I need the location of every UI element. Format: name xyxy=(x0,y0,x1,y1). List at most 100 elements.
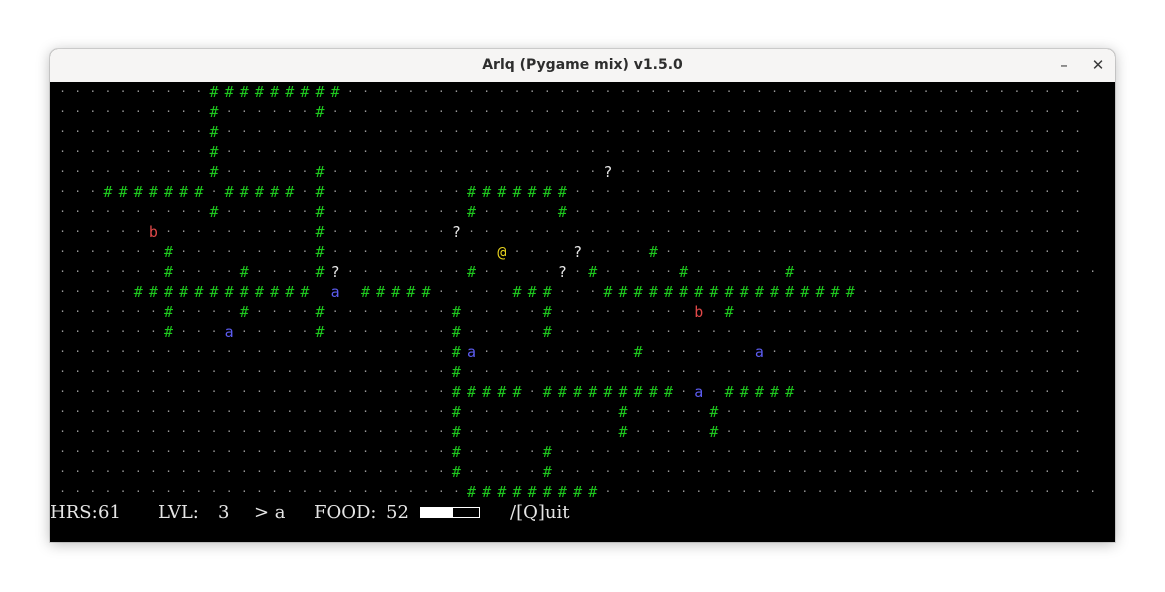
floor-tile: · xyxy=(619,365,627,378)
floor-tile: · xyxy=(256,125,263,138)
wall-tile: # xyxy=(648,243,658,261)
floor-tile: · xyxy=(665,105,672,118)
floor-tile: · xyxy=(331,325,339,338)
floor-tile: · xyxy=(210,405,218,418)
floor-tile: · xyxy=(225,345,233,358)
floor-tile: · xyxy=(119,305,127,318)
floor-tile: · xyxy=(559,445,566,458)
floor-tile: · xyxy=(1043,165,1051,178)
wall-tile: # xyxy=(845,283,855,301)
game-map[interactable]: HRS: 61 LVL: 3 > a FOOD: 52 /[Q]uit · · · ·… xyxy=(50,82,1115,542)
floor-tile: · xyxy=(756,125,763,138)
floor-tile: · xyxy=(740,305,748,318)
floor-tile: · xyxy=(695,365,703,378)
floor-tile: · xyxy=(407,345,415,358)
enemy-b-glyph: b xyxy=(694,303,704,321)
quit-hint[interactable]: /[Q]uit xyxy=(510,502,569,524)
floor-tile: · xyxy=(528,145,536,158)
title-bar[interactable]: Arlq (Pygame mix) v1.5.0 – ✕ xyxy=(50,49,1115,83)
floor-tile: · xyxy=(271,465,278,478)
wall-tile: # xyxy=(164,263,174,281)
floor-tile: · xyxy=(422,385,430,398)
floor-tile: · xyxy=(483,85,490,98)
floor-tile: · xyxy=(104,265,112,278)
floor-tile: · xyxy=(165,165,172,178)
floor-tile: · xyxy=(1028,485,1036,498)
close-icon[interactable]: ✕ xyxy=(1090,57,1106,73)
floor-tile: · xyxy=(756,185,763,198)
floor-tile: · xyxy=(104,405,112,418)
floor-tile: · xyxy=(1043,285,1051,298)
floor-tile: · xyxy=(1013,185,1021,198)
floor-tile: · xyxy=(483,345,490,358)
floor-tile: · xyxy=(559,105,566,118)
floor-tile: · xyxy=(422,365,430,378)
floor-tile: · xyxy=(437,425,445,438)
floor-tile: · xyxy=(104,485,112,498)
floor-tile: · xyxy=(574,105,581,118)
floor-tile: · xyxy=(756,225,763,238)
floor-tile: · xyxy=(1059,465,1066,478)
floor-tile: · xyxy=(362,185,369,198)
floor-tile: · xyxy=(831,305,839,318)
floor-tile: · xyxy=(1074,165,1081,178)
floor-tile: · xyxy=(634,185,642,198)
floor-tile: · xyxy=(74,445,81,458)
floor-tile: · xyxy=(59,165,66,178)
floor-tile: · xyxy=(1043,485,1051,498)
floor-tile: · xyxy=(968,245,975,258)
floor-tile: · xyxy=(104,205,112,218)
floor-tile: · xyxy=(437,225,445,238)
floor-tile: · xyxy=(665,325,672,338)
enemy-a-glyph: a xyxy=(224,323,234,341)
floor-tile: · xyxy=(892,205,900,218)
floor-tile: · xyxy=(392,225,400,238)
floor-tile: · xyxy=(604,125,612,138)
floor-tile: · xyxy=(998,405,1006,418)
floor-tile: · xyxy=(1028,325,1036,338)
wall-tile: # xyxy=(179,283,189,301)
floor-tile: · xyxy=(392,85,400,98)
floor-tile: · xyxy=(437,465,445,478)
floor-tile: · xyxy=(695,445,703,458)
floor-tile: · xyxy=(831,345,839,358)
floor-tile: · xyxy=(816,405,824,418)
floor-tile: · xyxy=(362,325,369,338)
floor-tile: · xyxy=(740,245,748,258)
floor-tile: · xyxy=(710,305,718,318)
wall-tile: # xyxy=(542,303,552,321)
floor-tile: · xyxy=(650,145,657,158)
floor-tile: · xyxy=(180,265,187,278)
minimize-icon[interactable]: – xyxy=(1056,57,1072,73)
wall-tile: # xyxy=(391,283,401,301)
wall-tile: # xyxy=(133,283,143,301)
floor-tile: · xyxy=(650,445,657,458)
floor-tile: · xyxy=(1013,265,1021,278)
floor-tile: · xyxy=(286,165,294,178)
floor-tile: · xyxy=(134,425,142,438)
floor-tile: · xyxy=(104,85,112,98)
wall-tile: # xyxy=(542,383,552,401)
floor-tile: · xyxy=(937,405,945,418)
floor-tile: · xyxy=(710,185,718,198)
floor-tile: · xyxy=(634,165,642,178)
floor-tile: · xyxy=(862,85,869,98)
floor-tile: · xyxy=(453,125,460,138)
floor-tile: · xyxy=(119,445,127,458)
floor-tile: · xyxy=(134,265,142,278)
floor-tile: · xyxy=(498,205,506,218)
floor-tile: · xyxy=(1043,245,1051,258)
floor-tile: · xyxy=(801,425,809,438)
floor-tile: · xyxy=(953,225,960,238)
floor-tile: · xyxy=(816,325,824,338)
floor-tile: · xyxy=(301,385,309,398)
floor-tile: · xyxy=(422,145,430,158)
floor-tile: · xyxy=(740,465,748,478)
floor-tile: · xyxy=(240,445,248,458)
floor-tile: · xyxy=(846,325,854,338)
floor-tile: · xyxy=(362,145,369,158)
floor-tile: · xyxy=(756,105,763,118)
floor-tile: · xyxy=(589,285,597,298)
floor-tile: · xyxy=(619,325,627,338)
floor-tile: · xyxy=(1028,365,1036,378)
